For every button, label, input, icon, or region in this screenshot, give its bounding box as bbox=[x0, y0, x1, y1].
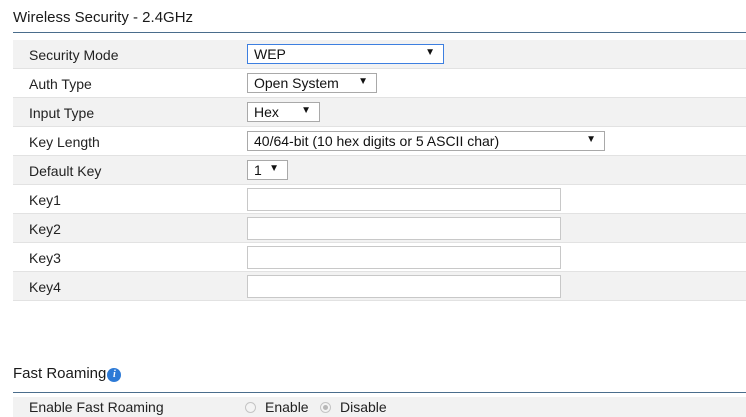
default-key-value: 1 bbox=[254, 162, 262, 178]
dropdown-arrow-icon: ▼ bbox=[301, 105, 311, 116]
default-key-select[interactable]: 1 ▼ bbox=[247, 160, 288, 180]
key2-label: Key2 bbox=[29, 221, 61, 237]
enable-radio-label[interactable]: Enable bbox=[265, 399, 309, 415]
key2-row: Key2 bbox=[13, 214, 746, 243]
security-mode-label: Security Mode bbox=[29, 47, 119, 63]
key4-label: Key4 bbox=[29, 279, 61, 295]
input-type-row: Input Type Hex ▼ bbox=[13, 98, 746, 127]
section-divider bbox=[13, 392, 746, 393]
input-type-value: Hex bbox=[254, 104, 279, 120]
security-mode-select[interactable]: WEP ▼ bbox=[247, 44, 444, 64]
key3-input[interactable] bbox=[247, 246, 561, 269]
default-key-label: Default Key bbox=[29, 163, 102, 179]
auth-type-label: Auth Type bbox=[29, 76, 92, 92]
key-length-row: Key Length 40/64-bit (10 hex digits or 5… bbox=[13, 127, 746, 156]
auth-type-row: Auth Type Open System ▼ bbox=[13, 69, 746, 98]
fast-roaming-heading: Fast Roaming i bbox=[13, 365, 122, 382]
wireless-security-title: Wireless Security - 2.4GHz bbox=[13, 9, 194, 26]
security-mode-row: Security Mode WEP ▼ bbox=[13, 40, 746, 69]
dropdown-arrow-icon: ▼ bbox=[425, 47, 435, 58]
input-type-label: Input Type bbox=[29, 105, 95, 121]
enable-fast-roaming-label: Enable Fast Roaming bbox=[29, 399, 164, 415]
auth-type-select[interactable]: Open System ▼ bbox=[247, 73, 377, 93]
enable-radio[interactable] bbox=[245, 402, 256, 413]
key-length-value: 40/64-bit (10 hex digits or 5 ASCII char… bbox=[254, 133, 500, 149]
key4-row: Key4 bbox=[13, 272, 746, 301]
input-type-select[interactable]: Hex ▼ bbox=[247, 102, 320, 122]
key2-input[interactable] bbox=[247, 217, 561, 240]
enable-fast-roaming-row: Enable Fast Roaming Enable Disable bbox=[13, 397, 746, 417]
fast-roaming-title: Fast Roaming bbox=[13, 365, 107, 382]
key-length-select[interactable]: 40/64-bit (10 hex digits or 5 ASCII char… bbox=[247, 131, 605, 151]
key-length-label: Key Length bbox=[29, 134, 100, 150]
key1-label: Key1 bbox=[29, 192, 61, 208]
disable-radio-label[interactable]: Disable bbox=[340, 399, 387, 415]
dropdown-arrow-icon: ▼ bbox=[358, 76, 368, 87]
security-mode-value: WEP bbox=[254, 46, 286, 62]
key1-row: Key1 bbox=[13, 185, 746, 214]
auth-type-value: Open System bbox=[254, 75, 339, 91]
disable-radio[interactable] bbox=[320, 402, 331, 413]
key1-input[interactable] bbox=[247, 188, 561, 211]
dropdown-arrow-icon: ▼ bbox=[586, 134, 596, 145]
key3-row: Key3 bbox=[13, 243, 746, 272]
key4-input[interactable] bbox=[247, 275, 561, 298]
section-divider bbox=[13, 32, 746, 33]
default-key-row: Default Key 1 ▼ bbox=[13, 156, 746, 185]
info-icon[interactable]: i bbox=[107, 368, 122, 382]
key3-label: Key3 bbox=[29, 250, 61, 266]
dropdown-arrow-icon: ▼ bbox=[269, 163, 279, 174]
